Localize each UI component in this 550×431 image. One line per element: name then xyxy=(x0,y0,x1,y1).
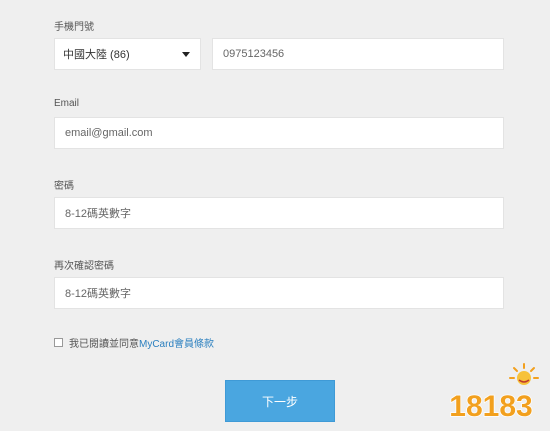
next-button[interactable]: 下一步 xyxy=(225,380,335,422)
agree-checkbox[interactable] xyxy=(54,338,63,347)
phone-label: 手機門號 xyxy=(54,22,94,33)
password-input[interactable]: 8-12碼英數字 xyxy=(54,197,504,229)
country-select[interactable]: 中國大陸 (86) xyxy=(54,38,201,70)
agree-terms-row: 我已閱讀並同意 MyCard會員條款 xyxy=(54,335,214,350)
email-placeholder: email@gmail.com xyxy=(65,127,153,139)
confirm-password-input[interactable]: 8-12碼英數字 xyxy=(54,277,504,309)
confirm-password-placeholder: 8-12碼英數字 xyxy=(65,288,132,300)
email-input[interactable]: email@gmail.com xyxy=(54,117,504,149)
phone-input[interactable]: 0975123456 xyxy=(212,38,504,70)
watermark-text: 18183 xyxy=(449,390,532,423)
agree-text: 我已閱讀並同意 xyxy=(69,339,139,350)
country-select-value: 中國大陸 (86) xyxy=(63,49,130,61)
terms-link[interactable]: MyCard會員條款 xyxy=(139,335,214,350)
phone-input-value: 0975123456 xyxy=(223,48,285,60)
chevron-down-icon xyxy=(182,51,190,57)
password-label: 密碼 xyxy=(54,181,74,192)
email-label: Email xyxy=(54,98,80,109)
password-placeholder: 8-12碼英數字 xyxy=(65,208,132,220)
sun-icon xyxy=(509,363,539,385)
confirm-password-label: 再次確認密碼 xyxy=(54,261,114,272)
watermark-logo: 18183 xyxy=(449,363,539,424)
